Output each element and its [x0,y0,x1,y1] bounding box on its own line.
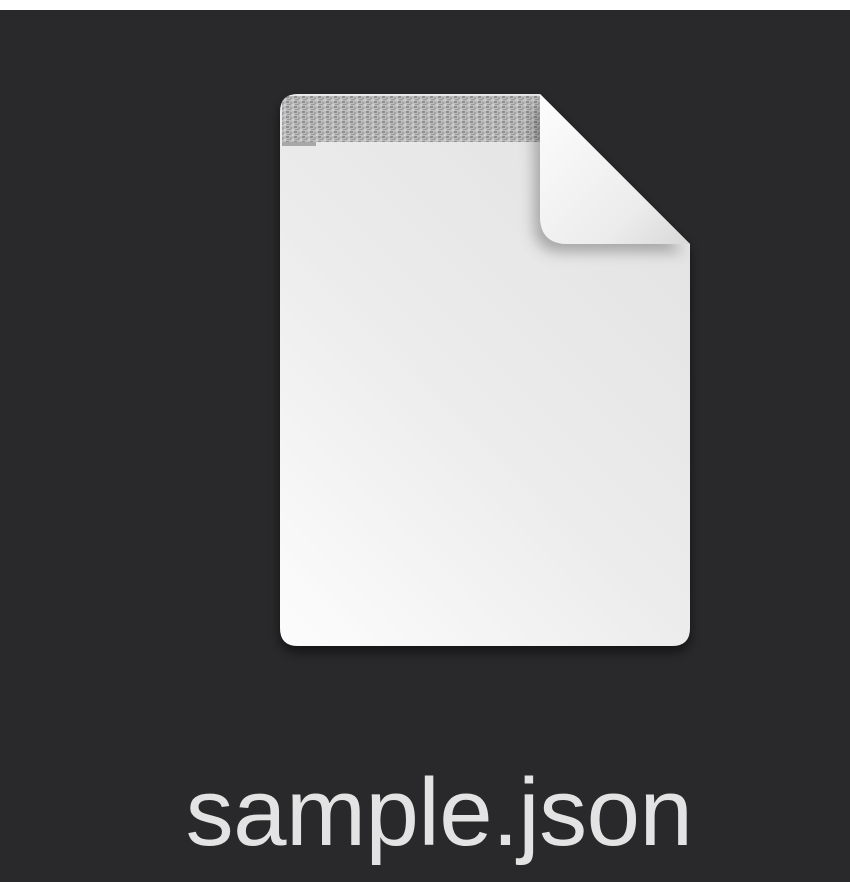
file-item-sample-json[interactable]: sample.json [0,10,850,882]
folded-corner [540,94,690,244]
document-icon[interactable] [262,76,712,676]
text-preview-strip [282,96,544,146]
file-name-label[interactable]: sample.json [0,758,850,868]
screenshot-canvas: sample.json [0,0,850,882]
desktop-background: sample.json [0,10,850,882]
